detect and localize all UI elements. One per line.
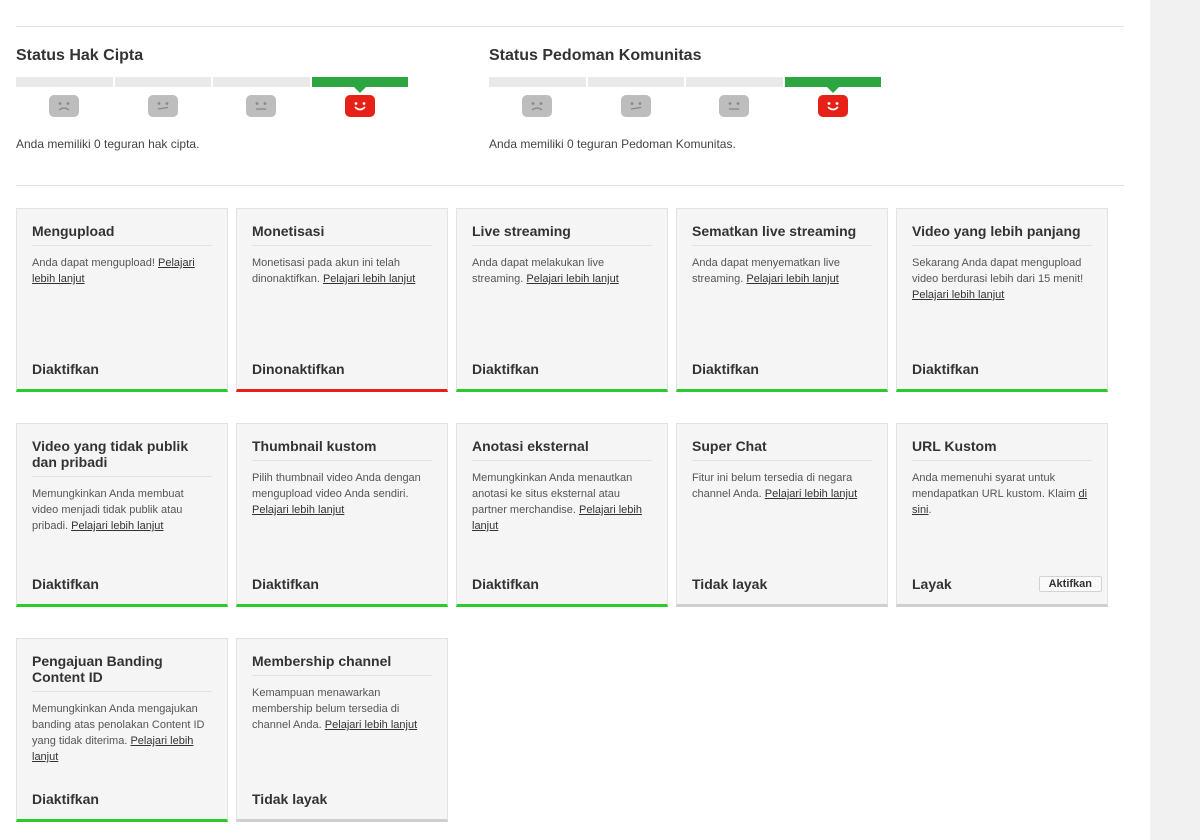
card-description: Pilih thumbnail video Anda dengan mengup… — [252, 470, 432, 518]
learn-more-link[interactable]: Pelajari lebih lanjut — [912, 289, 1004, 301]
card-desc-text: Anda memenuhi syarat untuk mendapatkan U… — [912, 472, 1079, 500]
card-membership-channel: Membership channel Kemampuan menawarkan … — [236, 638, 448, 822]
learn-more-link[interactable]: Pelajari lebih lanjut — [765, 488, 857, 500]
card-status: Tidak layak — [692, 576, 768, 592]
sad-face-icon — [522, 95, 553, 117]
sad-face-icon — [49, 95, 80, 117]
face-slot — [686, 91, 783, 121]
learn-more-link[interactable]: Pelajari lebih lanjut — [526, 273, 618, 285]
card-desc-text: Pilih thumbnail video Anda dengan mengup… — [252, 472, 421, 500]
card-description: Memungkinkan Anda mengajukan banding ata… — [32, 701, 212, 765]
copyright-status-text: Anda memiliki 0 teguran hak cipta. — [16, 137, 200, 151]
activate-button[interactable]: Aktifkan — [1038, 576, 1102, 592]
card-description: Anda dapat menyematkan live streaming. P… — [692, 255, 872, 287]
learn-more-link[interactable]: Pelajari lebih lanjut — [746, 273, 838, 285]
card-super-chat: Super Chat Fitur ini belum tersedia di n… — [676, 423, 888, 607]
strike-segment-active — [784, 77, 881, 93]
card-title: Video yang tidak publik dan pribadi — [32, 438, 212, 477]
card-title: Mengupload — [32, 223, 212, 246]
card-anotasi-eksternal: Anotasi eksternal Memungkinkan Anda mena… — [456, 423, 668, 607]
card-description: Anda memenuhi syarat untuk mendapatkan U… — [912, 470, 1092, 518]
card-title: URL Kustom — [912, 438, 1092, 461]
card-description: Memungkinkan Anda membuat video menjadi … — [32, 486, 212, 534]
card-url-kustom: URL Kustom Anda memenuhi syarat untuk me… — [896, 423, 1108, 607]
card-description: Kemampuan menawarkan membership belum te… — [252, 685, 432, 733]
card-status: Tidak layak — [252, 791, 328, 807]
strike-segment — [114, 77, 211, 87]
face-slot — [16, 91, 113, 121]
card-status: Diaktifkan — [472, 361, 539, 377]
card-pengajuan-banding: Pengajuan Banding Content ID Memungkinka… — [16, 638, 228, 822]
card-status: Layak — [912, 576, 952, 592]
happy-face-icon — [344, 95, 375, 117]
divider — [16, 185, 1124, 186]
strike-segment-active — [311, 77, 408, 93]
card-desc-after: . — [928, 504, 932, 516]
happy-face-icon — [817, 95, 848, 117]
unsure-face-icon — [620, 95, 651, 117]
face-slot — [312, 91, 409, 121]
card-status: Diaktifkan — [472, 576, 539, 592]
copyright-strike-bar — [16, 77, 408, 93]
strike-segment — [489, 77, 586, 87]
card-title: Video yang lebih panjang — [912, 223, 1092, 246]
neutral-face-icon — [246, 95, 277, 117]
card-status: Diaktifkan — [252, 576, 319, 592]
card-description: Sekarang Anda dapat mengupload video ber… — [912, 255, 1092, 303]
community-status-text: Anda memiliki 0 teguran Pedoman Komunita… — [489, 137, 736, 151]
divider — [16, 26, 1124, 27]
unsure-face-icon — [147, 95, 178, 117]
card-mengupload: Mengupload Anda dapat mengupload! Pelaja… — [16, 208, 228, 392]
right-side-panel — [1150, 0, 1200, 840]
card-description: Anda dapat melakukan live streaming. Pel… — [472, 255, 652, 287]
community-strike-bar — [489, 77, 881, 93]
card-description: Anda dapat mengupload! Pelajari lebih la… — [32, 255, 212, 287]
learn-more-link[interactable]: Pelajari lebih lanjut — [252, 504, 344, 516]
card-status: Diaktifkan — [32, 361, 99, 377]
card-video-tidak-publik: Video yang tidak publik dan pribadi Memu… — [16, 423, 228, 607]
card-thumbnail-kustom: Thumbnail kustom Pilih thumbnail video A… — [236, 423, 448, 607]
card-status: Dinonaktifkan — [252, 361, 345, 377]
card-title: Sematkan live streaming — [692, 223, 872, 246]
copyright-faces — [16, 91, 408, 121]
card-status: Diaktifkan — [32, 576, 99, 592]
strike-segment — [213, 77, 310, 87]
card-status: Diaktifkan — [32, 791, 99, 807]
card-desc-text: Sekarang Anda dapat mengupload video ber… — [912, 257, 1084, 285]
community-status-title: Status Pedoman Komunitas — [489, 47, 702, 64]
community-status-section: Status Pedoman Komunitas Anda memiliki 0… — [489, 47, 881, 151]
card-status: Diaktifkan — [692, 361, 759, 377]
card-title: Thumbnail kustom — [252, 438, 432, 461]
card-title: Live streaming — [472, 223, 652, 246]
strike-segment — [686, 77, 783, 87]
card-video-lebih-panjang: Video yang lebih panjang Sekarang Anda d… — [896, 208, 1108, 392]
learn-more-link[interactable]: Pelajari lebih lanjut — [71, 520, 163, 532]
learn-more-link[interactable]: Pelajari lebih lanjut — [325, 719, 417, 731]
card-title: Anotasi eksternal — [472, 438, 652, 461]
card-sematkan-live-streaming: Sematkan live streaming Anda dapat menye… — [676, 208, 888, 392]
card-title: Super Chat — [692, 438, 872, 461]
card-title: Membership channel — [252, 653, 432, 676]
card-description: Memungkinkan Anda menautkan anotasi ke s… — [472, 470, 652, 534]
card-status: Diaktifkan — [912, 361, 979, 377]
neutral-face-icon — [719, 95, 750, 117]
card-live-streaming: Live streaming Anda dapat melakukan live… — [456, 208, 668, 392]
copyright-status-title: Status Hak Cipta — [16, 47, 144, 64]
card-monetisasi: Monetisasi Monetisasi pada akun ini tela… — [236, 208, 448, 392]
face-slot — [213, 91, 310, 121]
card-title: Pengajuan Banding Content ID — [32, 653, 212, 692]
card-desc-text: Anda dapat mengupload! — [32, 257, 158, 269]
face-slot — [115, 91, 212, 121]
card-description: Monetisasi pada akun ini telah dinonakti… — [252, 255, 432, 287]
face-slot — [489, 91, 586, 121]
learn-more-link[interactable]: Pelajari lebih lanjut — [323, 273, 415, 285]
strike-segment — [587, 77, 684, 87]
community-faces — [489, 91, 881, 121]
card-description: Fitur ini belum tersedia di negara chann… — [692, 470, 872, 502]
card-title: Monetisasi — [252, 223, 432, 246]
face-slot — [588, 91, 685, 121]
copyright-status-section: Status Hak Cipta Anda memiliki 0 teguran… — [16, 47, 408, 151]
strike-segment — [16, 77, 113, 87]
face-slot — [785, 91, 882, 121]
